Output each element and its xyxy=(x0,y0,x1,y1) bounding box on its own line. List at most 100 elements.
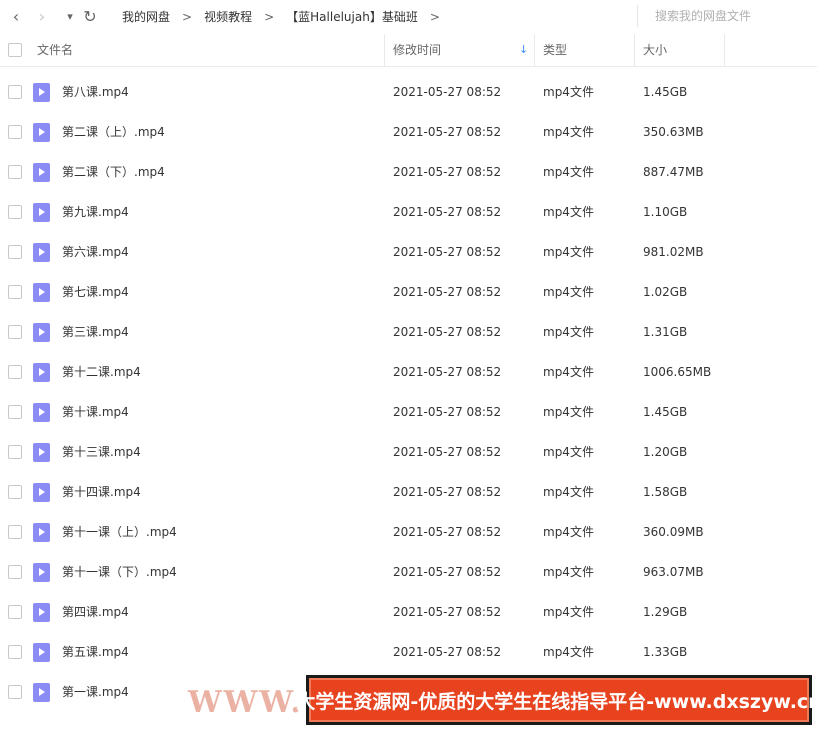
file-name[interactable]: 第十二课.mp4 xyxy=(62,352,141,392)
back-icon[interactable]: ‹ xyxy=(6,6,26,26)
row-checkbox[interactable] xyxy=(8,245,22,259)
file-size: 1.02GB xyxy=(643,285,688,299)
row-checkbox[interactable] xyxy=(8,565,22,579)
file-type: mp4文件 xyxy=(543,565,594,579)
row-checkbox[interactable] xyxy=(8,445,22,459)
row-checkbox[interactable] xyxy=(8,205,22,219)
table-row[interactable]: 第九课.mp4 2021-05-27 08:52 mp4文件 1.10GB xyxy=(0,192,817,232)
file-size: 1.10GB xyxy=(643,205,688,219)
column-type[interactable]: 类型 xyxy=(543,34,567,66)
video-file-icon xyxy=(33,123,50,142)
file-modified: 2021-05-27 08:52 xyxy=(393,645,502,659)
file-name[interactable]: 第十课.mp4 xyxy=(62,392,129,432)
row-checkbox[interactable] xyxy=(8,285,22,299)
table-row[interactable]: 第十二课.mp4 2021-05-27 08:52 mp4文件 1006.65MB xyxy=(0,352,817,392)
row-checkbox[interactable] xyxy=(8,325,22,339)
file-type: mp4文件 xyxy=(543,165,594,179)
file-name[interactable]: 第十三课.mp4 xyxy=(62,432,141,472)
row-checkbox[interactable] xyxy=(8,485,22,499)
file-type: mp4文件 xyxy=(543,125,594,139)
table-row[interactable]: 第十课.mp4 2021-05-27 08:52 mp4文件 1.45GB xyxy=(0,392,817,432)
row-checkbox[interactable] xyxy=(8,605,22,619)
file-size: 1.45GB xyxy=(643,85,688,99)
file-name[interactable]: 第一课.mp4 xyxy=(62,672,129,712)
column-size[interactable]: 大小 xyxy=(643,34,667,66)
column-modified[interactable]: 修改时间 xyxy=(393,34,441,66)
row-checkbox[interactable] xyxy=(8,685,22,699)
breadcrumb-separator: > xyxy=(182,10,193,24)
file-name[interactable]: 第九课.mp4 xyxy=(62,192,129,232)
file-name[interactable]: 第二课（上）.mp4 xyxy=(62,112,165,152)
table-row[interactable]: 第四课.mp4 2021-05-27 08:52 mp4文件 1.29GB xyxy=(0,592,817,632)
file-size: 360.09MB xyxy=(643,525,704,539)
row-checkbox[interactable] xyxy=(8,405,22,419)
video-file-icon xyxy=(33,83,50,102)
row-checkbox[interactable] xyxy=(8,525,22,539)
file-modified: 2021-05-27 08:52 xyxy=(393,565,502,579)
row-checkbox[interactable] xyxy=(8,645,22,659)
file-type: mp4文件 xyxy=(543,485,594,499)
table-row[interactable]: 第六课.mp4 2021-05-27 08:52 mp4文件 981.02MB xyxy=(0,232,817,272)
file-name[interactable]: 第二课（下）.mp4 xyxy=(62,152,165,192)
file-name[interactable]: 第七课.mp4 xyxy=(62,272,129,312)
select-all-checkbox[interactable] xyxy=(8,43,22,57)
file-modified: 2021-05-27 08:52 xyxy=(393,285,502,299)
file-name[interactable]: 第六课.mp4 xyxy=(62,232,129,272)
breadcrumb-separator: > xyxy=(264,10,275,24)
video-file-icon xyxy=(33,163,50,182)
breadcrumb-item[interactable]: 【蓝Hallelujah】基础班 xyxy=(286,8,418,25)
forward-icon[interactable]: › xyxy=(32,6,52,26)
row-checkbox[interactable] xyxy=(8,85,22,99)
file-type: mp4文件 xyxy=(543,525,594,539)
file-size: 1.33GB xyxy=(643,645,688,659)
file-modified: 2021-05-27 08:52 xyxy=(393,205,502,219)
file-size: 1.20GB xyxy=(643,445,688,459)
row-checkbox[interactable] xyxy=(8,365,22,379)
video-file-icon xyxy=(33,643,50,662)
video-file-icon xyxy=(33,603,50,622)
search-input[interactable]: 搜索我的网盘文件 xyxy=(637,5,812,27)
table-row[interactable]: 第十一课（上）.mp4 2021-05-27 08:52 mp4文件 360.09MB xyxy=(0,512,817,552)
file-modified: 2021-05-27 08:52 xyxy=(393,525,502,539)
video-file-icon xyxy=(33,523,50,542)
table-row[interactable]: 第十四课.mp4 2021-05-27 08:52 mp4文件 1.58GB xyxy=(0,472,817,512)
history-dropdown-icon[interactable]: ▾ xyxy=(60,6,80,26)
file-name[interactable]: 第十四课.mp4 xyxy=(62,472,141,512)
column-divider xyxy=(634,34,635,66)
table-row[interactable]: 第八课.mp4 2021-05-27 08:52 mp4文件 1.45GB xyxy=(0,72,817,112)
file-modified: 2021-05-27 08:52 xyxy=(393,85,502,99)
file-name[interactable]: 第三课.mp4 xyxy=(62,312,129,352)
file-type: mp4文件 xyxy=(543,365,594,379)
row-checkbox[interactable] xyxy=(8,125,22,139)
file-name[interactable]: 第十一课（上）.mp4 xyxy=(62,512,177,552)
table-row[interactable]: 第三课.mp4 2021-05-27 08:52 mp4文件 1.31GB xyxy=(0,312,817,352)
file-modified: 2021-05-27 08:52 xyxy=(393,605,502,619)
file-name[interactable]: 第八课.mp4 xyxy=(62,72,129,112)
banner-text: 大学生资源网-优质的大学生在线指导平台-www.dxszyw.cn xyxy=(296,690,817,713)
sort-descending-icon[interactable]: ↓ xyxy=(519,34,528,66)
video-file-icon xyxy=(33,243,50,262)
table-row[interactable]: 第二课（上）.mp4 2021-05-27 08:52 mp4文件 350.63MB xyxy=(0,112,817,152)
video-file-icon xyxy=(33,203,50,222)
file-type: mp4文件 xyxy=(543,325,594,339)
file-modified: 2021-05-27 08:52 xyxy=(393,405,502,419)
breadcrumb-item[interactable]: 视频教程 xyxy=(204,8,252,25)
breadcrumb-item[interactable]: 我的网盘 xyxy=(122,8,170,25)
file-name[interactable]: 第十一课（下）.mp4 xyxy=(62,552,177,592)
breadcrumb: 我的网盘 > 视频教程 > 【蓝Hallelujah】基础班 > xyxy=(122,8,452,25)
column-name[interactable]: 文件名 xyxy=(37,34,73,66)
file-name[interactable]: 第五课.mp4 xyxy=(62,632,129,672)
table-row[interactable]: 第五课.mp4 2021-05-27 08:52 mp4文件 1.33GB xyxy=(0,632,817,672)
row-checkbox[interactable] xyxy=(8,165,22,179)
table-row[interactable]: 第十一课（下）.mp4 2021-05-27 08:52 mp4文件 963.07MB xyxy=(0,552,817,592)
file-name[interactable]: 第四课.mp4 xyxy=(62,592,129,632)
table-row[interactable]: 第二课（下）.mp4 2021-05-27 08:52 mp4文件 887.47MB xyxy=(0,152,817,192)
file-modified: 2021-05-27 08:52 xyxy=(393,365,502,379)
refresh-icon[interactable]: ↻ xyxy=(80,6,100,26)
file-type: mp4文件 xyxy=(543,245,594,259)
video-file-icon xyxy=(33,403,50,422)
file-type: mp4文件 xyxy=(543,605,594,619)
table-row[interactable]: 第十三课.mp4 2021-05-27 08:52 mp4文件 1.20GB xyxy=(0,432,817,472)
table-row[interactable]: 第七课.mp4 2021-05-27 08:52 mp4文件 1.02GB xyxy=(0,272,817,312)
promo-banner: 大学生资源网-优质的大学生在线指导平台-www.dxszyw.cn xyxy=(296,675,817,725)
